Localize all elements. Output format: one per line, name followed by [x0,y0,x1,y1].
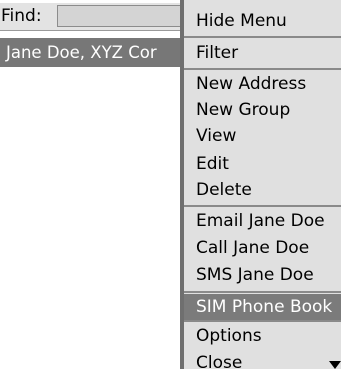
popup-menu: Hide Menu Filter New Address New Group V… [184,0,341,369]
menu-item-new-group[interactable]: New Group [184,97,341,123]
contacts-screen: Find: Jane Doe, XYZ Cor Hide Menu Filter… [0,0,341,369]
menu-item-hide-menu[interactable]: Hide Menu [184,8,341,34]
contact-list: Jane Doe, XYZ Cor [0,38,184,369]
menu-separator [184,205,341,207]
chevron-down-icon[interactable] [329,361,341,369]
menu-item-options[interactable]: Options [184,323,341,349]
find-bar: Find: [0,3,180,31]
menu-item-close[interactable]: Close [184,350,341,369]
menu-item-sim-phone-book[interactable]: SIM Phone Book [184,294,341,320]
menu-separator [184,68,341,70]
menu-separator [184,36,341,38]
menu-separator [184,320,341,322]
menu-item-email[interactable]: Email Jane Doe [184,208,341,234]
menu-item-call[interactable]: Call Jane Doe [184,235,341,261]
menu-separator [184,291,341,293]
menu-item-delete[interactable]: Delete [184,177,341,203]
menu-item-view[interactable]: View [184,123,341,149]
menu-item-sms[interactable]: SMS Jane Doe [184,262,341,288]
menu-item-filter[interactable]: Filter [184,40,341,66]
find-input[interactable] [57,5,180,27]
find-label: Find: [1,6,42,26]
contact-item-jane-doe[interactable]: Jane Doe, XYZ Cor [0,38,184,67]
menu-item-edit[interactable]: Edit [184,151,341,177]
menu-item-new-address[interactable]: New Address [184,71,341,97]
